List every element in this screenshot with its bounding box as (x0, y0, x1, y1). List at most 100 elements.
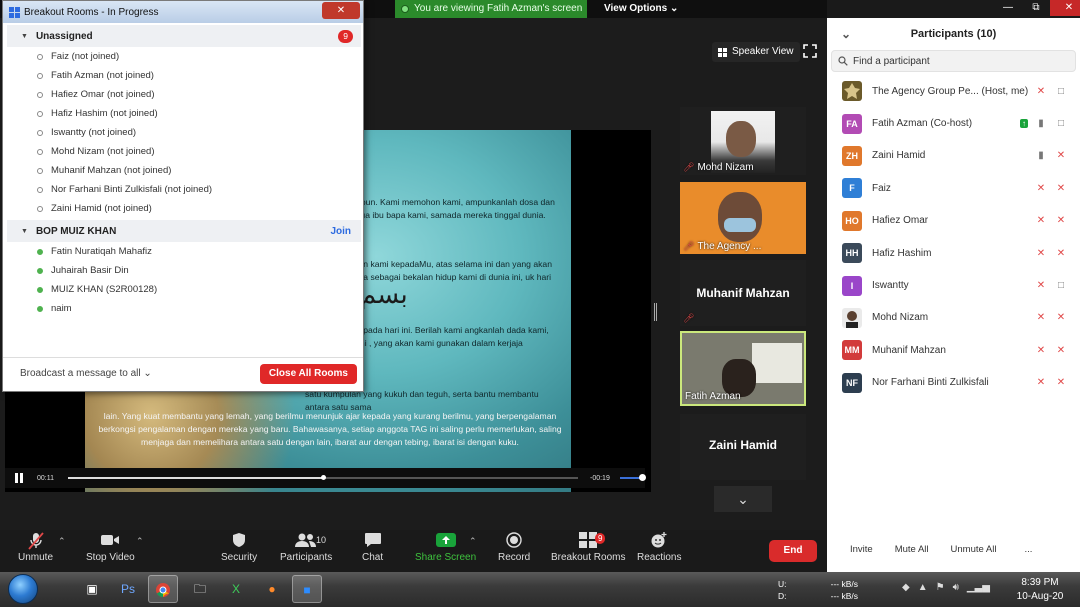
record-button[interactable]: Record (498, 532, 530, 563)
participant-row[interactable]: MM Muhanif Mahzan ✕ ✕ (827, 334, 1080, 366)
participant-mask (724, 218, 756, 232)
tray-dropbox-icon[interactable]: ▲ (918, 582, 928, 593)
active-speaker-tile[interactable]: Fatih Azman (680, 331, 806, 406)
seek-handle[interactable] (321, 475, 326, 480)
invite-button[interactable]: Invite (843, 540, 880, 560)
video-tile[interactable]: Muhanif Mahzan 🎤︎ (680, 260, 806, 326)
reactions-button[interactable]: Reactions (637, 532, 681, 563)
participant-row[interactable]: I Iswantty ✕ □ (827, 269, 1080, 301)
chat-label: Chat (362, 552, 384, 563)
tile-name-text: Muhanif Mahzan (696, 286, 790, 300)
breakout-window-title: Breakout Rooms - In Progress (24, 6, 159, 18)
participant-row[interactable]: HH Hafiz Hashim ✕ ✕ (827, 237, 1080, 269)
participant-row[interactable]: The Agency Group Pe... (Host, me) ✕ □ (827, 75, 1080, 107)
video-tile[interactable]: 🎤︎ The Agency ... (680, 182, 806, 254)
close-all-rooms-button[interactable]: Close All Rooms (259, 364, 357, 384)
status-dot-icon (37, 305, 43, 312)
volume-slider[interactable] (619, 474, 646, 481)
tile-name-label: 🎤︎ (683, 313, 694, 324)
more-options-button[interactable]: ... (1017, 540, 1040, 560)
avatar: ZH (842, 145, 862, 166)
participant-list: The Agency Group Pe... (Host, me) ✕ □ FA … (827, 75, 1080, 399)
unassigned-group[interactable]: ▼ Unassigned 9 (7, 25, 361, 47)
participant-search[interactable] (831, 50, 1076, 72)
network-signal-icon[interactable]: ▁▃▅ (967, 582, 990, 593)
zoom-icon[interactable]: ■ (292, 575, 322, 603)
chevron-up-icon[interactable]: ⌃ (58, 536, 66, 547)
participant-face (718, 192, 762, 242)
chevron-down-icon[interactable]: ⌄ (841, 18, 851, 50)
close-icon[interactable]: ✕ (322, 2, 360, 19)
chat-button[interactable]: Chat (362, 532, 383, 563)
pause-icon[interactable] (15, 473, 25, 483)
seek-progress (68, 477, 323, 479)
remaining-time: -00:19 (590, 474, 610, 482)
security-label: Security (221, 552, 258, 563)
participant-name: Muhanif Mahzan (872, 344, 946, 356)
chrome-icon[interactable] (148, 575, 178, 603)
minimize-button[interactable]: — (994, 0, 1022, 16)
video-tile[interactable]: Zaini Hamid (680, 414, 806, 480)
excel-icon[interactable]: X (221, 575, 251, 603)
tile-name-label: 🎤︎ Mohd Nizam (683, 162, 754, 173)
stop-video-button[interactable]: Stop Video (86, 532, 135, 563)
split-view-handle[interactable] (654, 303, 657, 321)
participant-row[interactable]: NF Nor Farhani Binti Zulkisfali ✕ ✕ (827, 367, 1080, 399)
photoshop-icon[interactable]: Ps (113, 575, 143, 603)
view-options-button[interactable]: View Options ⌄ (604, 0, 678, 18)
chevron-up-icon[interactable]: ⌃ (469, 536, 477, 547)
share-screen-button[interactable]: Share Screen (415, 532, 476, 563)
unmute-all-button[interactable]: Unmute All (943, 540, 1004, 560)
search-input[interactable] (853, 55, 1053, 67)
chevron-down-icon[interactable]: ⌄ (714, 486, 772, 512)
broadcast-message-button[interactable]: Broadcast a message to all ⌄ (20, 368, 152, 379)
chevron-up-icon[interactable]: ⌃ (136, 536, 144, 547)
participant-row[interactable]: Mohd Nizam ✕ ✕ (827, 302, 1080, 334)
windows-taskbar: ▣ Ps 🗀︎ X ● ■ U: --- kB/s D: --- kB/s ◆ ▲ … (0, 572, 1080, 607)
participant-row[interactable]: HO Hafiez Omar ✕ ✕ (827, 205, 1080, 237)
list-item: Iswantty (not joined) (7, 123, 361, 142)
file-explorer-icon[interactable]: 🗀︎ (185, 575, 215, 603)
collapse-triangle-icon[interactable]: ▼ (21, 33, 28, 40)
network-speed-meter: U: --- kB/s D: --- kB/s (778, 578, 858, 602)
volume-icon[interactable]: 🔊︎ (953, 582, 959, 593)
seek-slider[interactable] (68, 475, 578, 480)
end-meeting-button[interactable]: End (769, 540, 817, 562)
fullscreen-icon[interactable] (803, 44, 817, 58)
network-app-icon[interactable]: ▣ (77, 575, 107, 603)
slide-bottom-paragraph: lain. Yang kuat membantu yang lemah, yan… (98, 411, 562, 447)
collapse-triangle-icon[interactable]: ▼ (21, 228, 28, 235)
system-clock[interactable]: 8:39 PM 10-Aug-20 (1010, 576, 1070, 604)
viewing-screen-text: You are viewing Fatih Azman's screen (414, 3, 583, 14)
participant-row[interactable]: FA Fatih Azman (Co-host) ↑ ▮ □ (827, 107, 1080, 139)
list-item: Faiz (not joined) (7, 47, 361, 66)
participants-header: ⌄ Participants (10) (827, 18, 1080, 50)
participants-icon: 10 (280, 532, 332, 552)
participant-row[interactable]: F Faiz ✕ ✕ (827, 172, 1080, 204)
participant-row[interactable]: ZH Zaini Hamid ▮ ✕ (827, 140, 1080, 172)
security-button[interactable]: Security (221, 532, 257, 563)
tray-flag-icon[interactable]: ⚑ (936, 582, 945, 593)
tray-app-icon[interactable]: ◆ (902, 582, 910, 593)
windows-start-icon[interactable] (8, 574, 38, 604)
volume-handle[interactable] (638, 474, 646, 481)
speaker-view-button[interactable]: Speaker View (712, 42, 800, 62)
mic-muted-icon: 🎤︎ (683, 162, 695, 172)
upload-label: U: (778, 579, 787, 589)
breakout-rooms-button[interactable]: 9 Breakout Rooms (551, 532, 625, 563)
participant-name: Fatih Azman (Co-host) (872, 118, 973, 130)
avatar: MM (842, 340, 862, 361)
unmute-button[interactable]: Unmute (18, 532, 53, 563)
avatar: F (842, 178, 862, 199)
video-player-bar: 00:11 -00:19 (5, 468, 646, 488)
mute-all-button[interactable]: Mute All (887, 540, 936, 560)
search-icon (838, 56, 848, 66)
status-dot-icon (37, 72, 43, 79)
video-tile[interactable]: 🎤︎ Mohd Nizam (680, 107, 806, 175)
join-room-button[interactable]: Join (330, 226, 351, 237)
breakout-room-group[interactable]: ▼ BOP MUIZ KHAN Join (7, 220, 361, 242)
window-close-button[interactable]: ✕ (1050, 0, 1080, 16)
firefox-icon[interactable]: ● (257, 575, 287, 603)
participants-button[interactable]: 10 Participants (280, 532, 332, 563)
maximize-button[interactable]: ⧉ (1022, 0, 1050, 16)
